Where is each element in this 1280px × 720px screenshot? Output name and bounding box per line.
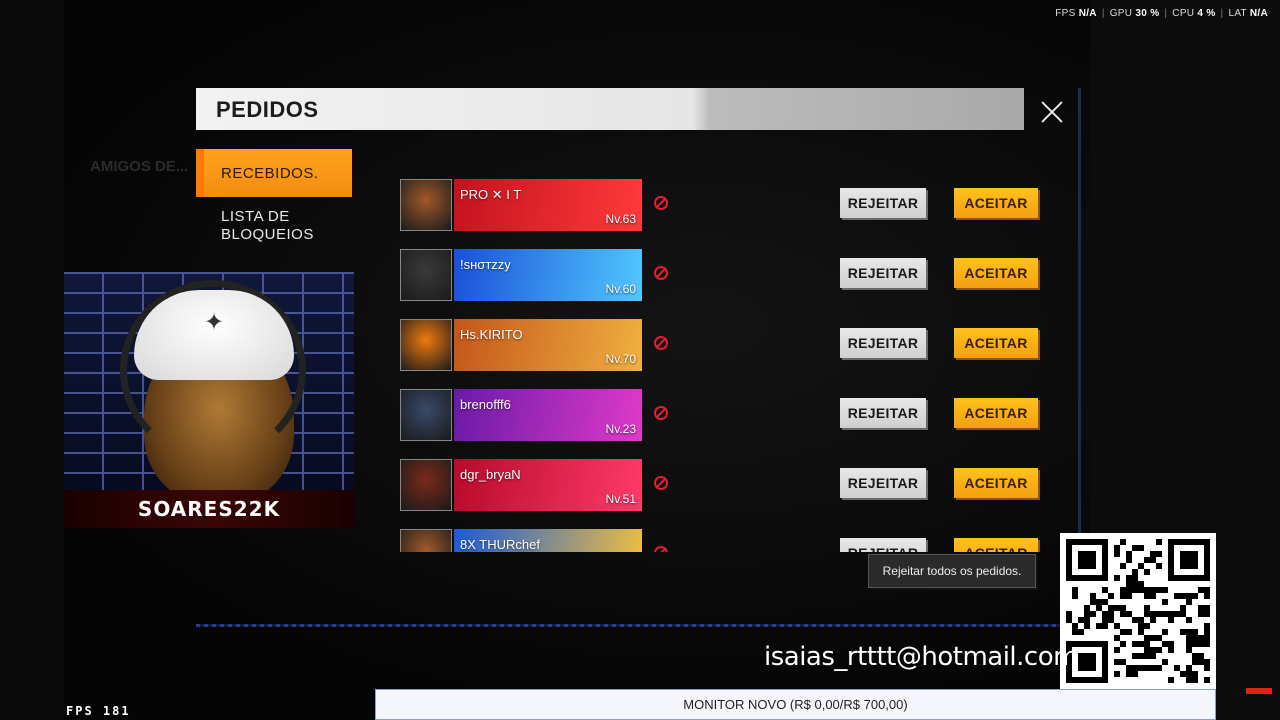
request-row: PRO ✕ I T Nv.63 REJEITAR ACEITAR: [400, 178, 1060, 232]
player-avatar[interactable]: [400, 249, 452, 301]
reject-button[interactable]: REJEITAR: [840, 468, 926, 498]
request-row: dgr_bryaN Nv.51 REJEITAR ACEITAR: [400, 458, 1060, 512]
player-name: !sнσтzzy: [460, 257, 511, 272]
reject-all-tooltip[interactable]: Rejeitar todos os pedidos.: [868, 554, 1036, 588]
tab-block-list[interactable]: LISTA DE BLOQUEIOS: [221, 208, 341, 244]
accept-button[interactable]: ACEITAR: [954, 258, 1038, 288]
contact-email: isaias_rtttt@hotmail.com: [764, 642, 1078, 672]
block-icon[interactable]: [654, 266, 668, 280]
player-avatar[interactable]: [400, 529, 452, 552]
accept-button[interactable]: ACEITAR: [954, 398, 1038, 428]
close-icon[interactable]: [1036, 96, 1068, 128]
player-name: brenofff6: [460, 397, 511, 412]
accept-button[interactable]: ACEITAR: [954, 328, 1038, 358]
player-banner[interactable]: 8X THURchef: [454, 529, 642, 552]
performance-overlay: FPS N/A | GPU 30 % | CPU 4 % | LAT N/A: [1055, 8, 1268, 19]
player-level: Nv.51: [605, 492, 636, 506]
player-name: dgr_bryaN: [460, 467, 521, 482]
player-avatar[interactable]: [400, 459, 452, 511]
player-level: Nv.60: [605, 282, 636, 296]
reject-button[interactable]: REJEITAR: [840, 258, 926, 288]
fps-counter: FPS 181: [66, 704, 131, 718]
qr-code: [1060, 533, 1216, 689]
youtube-icon: [1246, 688, 1272, 694]
player-banner[interactable]: !sнσтzzy Nv.60: [454, 249, 642, 301]
block-icon[interactable]: [654, 196, 668, 210]
bg-friends-label: AMIGOS DE...: [90, 158, 189, 175]
player-level: Nv.23: [605, 422, 636, 436]
streamer-name: SOARES22K: [137, 497, 281, 521]
header-stripe: [196, 130, 856, 135]
request-row: brenofff6 Nv.23 REJEITAR ACEITAR: [400, 388, 1060, 442]
webcam-name-bar: SOARES22K: [64, 490, 354, 528]
player-level: Nv.70: [605, 352, 636, 366]
player-avatar[interactable]: [400, 179, 452, 231]
modal-bottom-border: [196, 624, 1060, 627]
block-icon[interactable]: [654, 546, 668, 552]
accept-button[interactable]: ACEITAR: [954, 188, 1038, 218]
left-shadow: [0, 0, 64, 720]
reject-button[interactable]: REJEITAR: [840, 398, 926, 428]
request-row: Hs.KIRITO Nv.70 REJEITAR ACEITAR: [400, 318, 1060, 372]
block-icon[interactable]: [654, 336, 668, 350]
player-banner[interactable]: Hs.KIRITO Nv.70: [454, 319, 642, 371]
player-avatar[interactable]: [400, 319, 452, 371]
player-banner[interactable]: PRO ✕ I T Nv.63: [454, 179, 642, 231]
player-name: 8X THURchef: [460, 537, 540, 552]
reject-button[interactable]: REJEITAR: [840, 188, 926, 218]
player-name: Hs.KIRITO: [460, 327, 523, 342]
monitor-goal-bar: MONITOR NOVO (R$ 0,00/R$ 700,00): [375, 689, 1216, 720]
reject-button[interactable]: REJEITAR: [840, 538, 926, 552]
request-row: !sнσтzzy Nv.60 REJEITAR ACEITAR: [400, 248, 1060, 302]
player-banner[interactable]: brenofff6 Nv.23: [454, 389, 642, 441]
block-icon[interactable]: [654, 476, 668, 490]
request-row: 8X THURchef REJEITAR ACEITAR: [400, 528, 1060, 552]
player-name: PRO ✕ I T: [460, 187, 522, 202]
player-banner[interactable]: dgr_bryaN Nv.51: [454, 459, 642, 511]
accept-button[interactable]: ACEITAR: [954, 538, 1038, 552]
request-list: PRO ✕ I T Nv.63 REJEITAR ACEITAR !sнσтzzy Nv.…: [400, 178, 1060, 552]
modal-title: PEDIDOS: [216, 97, 319, 122]
modal-header: [196, 88, 1024, 130]
player-level: Nv.63: [605, 212, 636, 226]
tab-received[interactable]: RECEBIDOS.: [196, 149, 352, 197]
player-avatar[interactable]: [400, 389, 452, 441]
accept-button[interactable]: ACEITAR: [954, 468, 1038, 498]
block-icon[interactable]: [654, 406, 668, 420]
reject-button[interactable]: REJEITAR: [840, 328, 926, 358]
webcam-overlay: [64, 272, 354, 490]
